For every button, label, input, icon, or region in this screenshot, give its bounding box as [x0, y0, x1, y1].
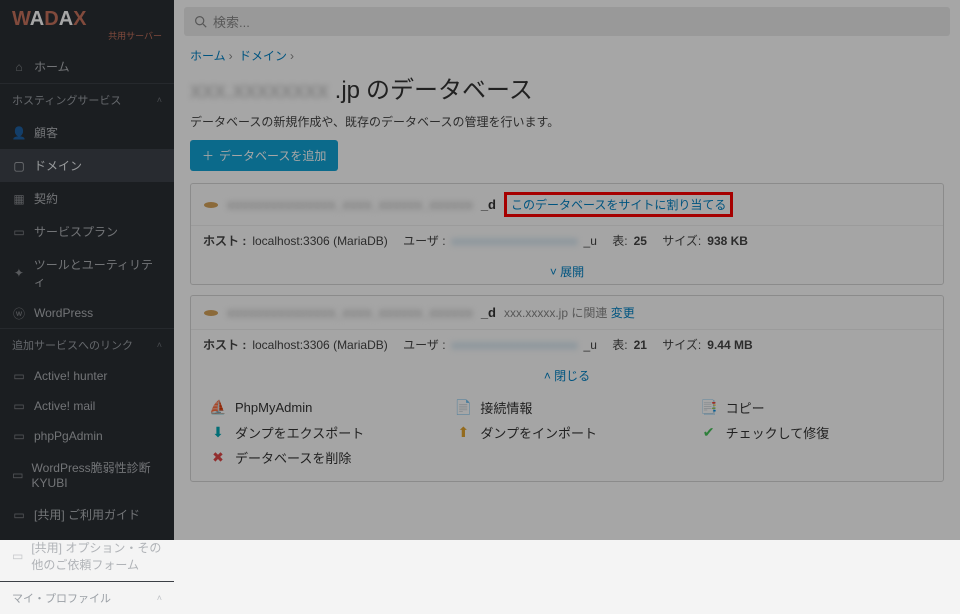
sidebar-item-contract[interactable]: ▦契約 [0, 182, 174, 215]
sidebar-item-tools[interactable]: ✦ツールとユーティリティ [0, 248, 174, 298]
sidebar-item-kyubi[interactable]: ▭WordPress脆弱性診断 KYUBI [0, 451, 174, 498]
link-icon: ▭ [12, 369, 26, 383]
link-icon: ▭ [12, 429, 26, 443]
assign-to-site-link[interactable]: このデータベースをサイトに割り当てる [511, 198, 726, 212]
database-icon [203, 200, 219, 210]
tool-copy[interactable]: 📑コピー [700, 398, 925, 417]
database-icon [203, 308, 219, 318]
check-icon: ✔ [700, 424, 718, 442]
add-database-button[interactable]: ＋データベースを追加 [190, 140, 338, 171]
search-icon [194, 15, 207, 28]
database-card: xxxxxxxxxxxxxxx_xxxx_xxxxxx_xxxxxx_d このデ… [190, 183, 944, 285]
crumb-home[interactable]: ホーム [190, 49, 226, 63]
sidebar-item-wordpress[interactable]: ⓦWordPress [0, 298, 174, 328]
sidebar-item-domain[interactable]: ▢ドメイン [0, 149, 174, 182]
link-icon: ▭ [12, 399, 26, 413]
sidebar-item-customers[interactable]: 👤顧客 [0, 116, 174, 149]
logo: WADAX 共用サーバー [0, 0, 174, 50]
copy-icon: 📑 [700, 399, 718, 417]
sidebar-section-hosting[interactable]: ホスティングサービス˄ [0, 83, 174, 116]
import-icon: ⬆ [454, 424, 472, 442]
crumb-domain[interactable]: ドメイン [239, 49, 287, 63]
sidebar-item-option-form[interactable]: ▭[共用] オプション・その他のご依頼フォーム [0, 531, 174, 581]
users-icon: 👤 [12, 126, 26, 140]
tool-import[interactable]: ⬆ダンプをインポート [454, 423, 679, 442]
expand-link[interactable]: ˅ 展開 [191, 259, 943, 284]
link-icon: ▭ [12, 468, 24, 482]
db-tools: ⛵PhpMyAdmin 📄接続情報 📑コピー ⬇ダンプをエクスポート ⬆ダンプを… [191, 388, 943, 481]
sidebar-section-profile[interactable]: マイ・プロファイル˄ [0, 581, 174, 614]
database-card: xxxxxxxxxxxxxxx_xxxx_xxxxxx_xxxxxx_d xxx… [190, 295, 944, 482]
change-link[interactable]: 変更 [611, 306, 635, 320]
sidebar: WADAX 共用サーバー ⌂ホーム ホスティングサービス˄ 👤顧客 ▢ドメイン … [0, 0, 174, 540]
assign-highlight: このデータベースをサイトに割り当てる [504, 192, 733, 217]
sidebar-item-active-mail[interactable]: ▭Active! mail [0, 391, 174, 421]
search-input[interactable]: 検索... [184, 7, 950, 36]
monitor-icon: ▢ [12, 159, 26, 173]
sidebar-item-guide[interactable]: ▭[共用] ご利用ガイド [0, 498, 174, 531]
tool-export[interactable]: ⬇ダンプをエクスポート [209, 423, 434, 442]
book-icon: ▭ [12, 225, 26, 239]
tool-conninfo[interactable]: 📄接続情報 [454, 398, 679, 417]
page-title: xxx.xxxxxxxx.jp のデータベース [174, 68, 960, 113]
sidebar-item-plan[interactable]: ▭サービスプラン [0, 215, 174, 248]
wordpress-icon: ⓦ [12, 306, 26, 320]
sidebar-section-additional[interactable]: 追加サービスへのリンク˄ [0, 328, 174, 361]
breadcrumb: ホーム› ドメイン› [174, 43, 960, 68]
link-icon: ▭ [12, 508, 26, 522]
tool-delete[interactable]: ✖データベースを削除 [209, 448, 434, 467]
phpmyadmin-icon: ⛵ [209, 399, 227, 417]
sidebar-item-active-hunter[interactable]: ▭Active! hunter [0, 361, 174, 391]
info-icon: 📄 [454, 399, 472, 417]
page-description: データベースの新規作成や、既存のデータベースの管理を行います。 [174, 113, 960, 140]
chevron-up-icon: ˄ [157, 593, 162, 603]
export-icon: ⬇ [209, 424, 227, 442]
main-content: 検索... ホーム› ドメイン› xxx.xxxxxxxx.jp のデータベース… [174, 0, 960, 540]
chevron-up-icon: ˄ [157, 95, 162, 105]
home-icon: ⌂ [12, 60, 26, 74]
grid-icon: ▦ [12, 192, 26, 206]
tool-phpmyadmin[interactable]: ⛵PhpMyAdmin [209, 398, 434, 417]
sidebar-item-phppgadmin[interactable]: ▭phpPgAdmin [0, 421, 174, 451]
tool-check[interactable]: ✔チェックして修復 [700, 423, 925, 442]
delete-icon: ✖ [209, 449, 227, 467]
plus-icon: ＋ [202, 147, 214, 164]
sidebar-item-home[interactable]: ⌂ホーム [0, 50, 174, 83]
collapse-link[interactable]: ˄ 閉じる [191, 363, 943, 388]
tools-icon: ✦ [12, 266, 26, 280]
link-icon: ▭ [12, 549, 23, 563]
chevron-up-icon: ˄ [157, 340, 162, 350]
